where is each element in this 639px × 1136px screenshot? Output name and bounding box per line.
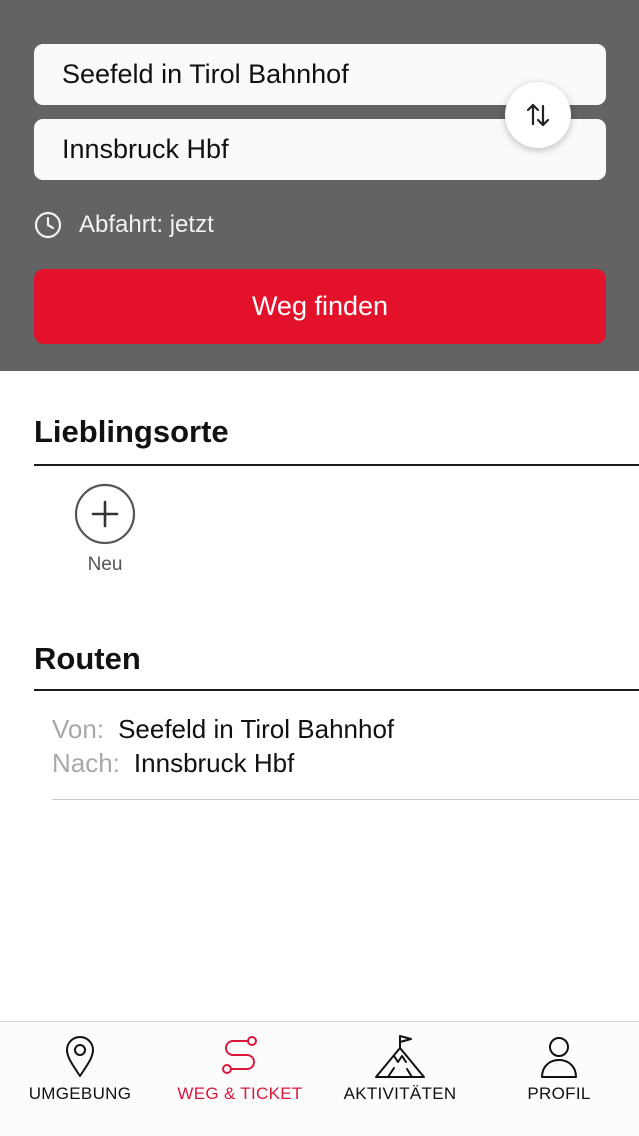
departure-label: Abfahrt: jetzt (79, 211, 214, 238)
plus-circle-icon (74, 483, 136, 545)
tab-aktivitaeten-label: AKTIVITÄTEN (343, 1084, 457, 1103)
tab-weg-ticket-label: WEG & TICKET (177, 1084, 303, 1103)
route-to-line: Nach: Innsbruck Hbf (52, 746, 639, 780)
tab-weg-ticket[interactable]: WEG & TICKET (160, 1022, 320, 1136)
tab-profil-label: PROFIL (527, 1084, 591, 1103)
departure-time-selector[interactable]: Abfahrt: jetzt (34, 207, 214, 243)
add-favorite-label: Neu (87, 554, 123, 575)
location-pin-icon (66, 1036, 94, 1077)
add-favorite-button[interactable]: Neu (74, 483, 136, 576)
route-from-key: Von: (52, 714, 105, 744)
favorites-divider (34, 464, 639, 466)
route-to-key: Nach: (52, 748, 120, 778)
route-to-value: Innsbruck Hbf (133, 748, 295, 778)
from-input-value: Seefeld in Tirol Bahnhof (62, 59, 349, 89)
clock-icon (34, 211, 62, 239)
find-route-button-label: Weg finden (251, 291, 389, 321)
tab-profil[interactable]: PROFIL (479, 1022, 639, 1136)
search-panel: Seefeld in Tirol Bahnhof Innsbruck Hbf A… (0, 0, 639, 371)
swap-vertical-icon (526, 103, 550, 127)
routes-divider (34, 689, 639, 691)
route-from-value: Seefeld in Tirol Bahnhof (118, 714, 395, 744)
tab-umgebung[interactable]: UMGEBUNG (0, 1022, 160, 1136)
swap-button[interactable] (505, 82, 571, 148)
person-icon (541, 1037, 577, 1078)
route-icon (222, 1036, 257, 1074)
route-list-item[interactable]: Von: Seefeld in Tirol Bahnhof Nach: Innsbr… (52, 712, 639, 800)
find-route-button[interactable]: Weg finden (34, 269, 606, 344)
tab-bar: UMGEBUNG WEG & TICKET AKTIVITÄTEN PROFIL (0, 1021, 639, 1136)
routes-title: Routen (34, 641, 141, 676)
to-input-value: Innsbruck Hbf (62, 134, 229, 164)
tab-aktivitaeten[interactable]: AKTIVITÄTEN (320, 1022, 480, 1136)
tab-umgebung-label: UMGEBUNG (28, 1084, 132, 1103)
favorites-title: Lieblingsorte (34, 414, 229, 449)
route-from-line: Von: Seefeld in Tirol Bahnhof (52, 712, 639, 746)
mountain-flag-icon (375, 1035, 425, 1078)
